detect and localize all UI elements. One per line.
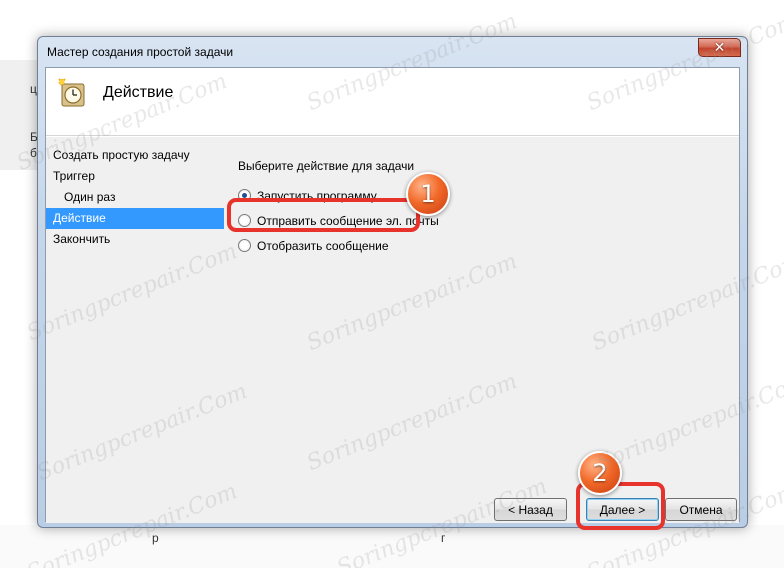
step-action[interactable]: Действие [46, 208, 224, 229]
step-trigger[interactable]: Триггер [46, 166, 224, 187]
action-prompt: Выберите действие для задачи [238, 159, 415, 173]
highlight-frame-run-program [227, 198, 420, 232]
step-badge-1: 1 [406, 172, 450, 216]
background-text: г [441, 531, 446, 545]
wizard-window: Мастер создания простой задачи ✕ Действи… [37, 36, 748, 528]
title-bar[interactable]: Мастер создания простой задачи ✕ [38, 37, 747, 67]
back-button[interactable]: < Назад [494, 498, 567, 521]
radio-button[interactable] [238, 239, 251, 252]
cancel-button[interactable]: Отмена [665, 498, 737, 521]
close-icon: ✕ [713, 39, 726, 55]
background-footer: р г [0, 525, 784, 568]
background-panel: це Б б [0, 60, 43, 170]
option-label: Отобразить сообщение [257, 238, 389, 253]
background-text: р [152, 531, 159, 545]
wizard-steps: Создать простую задачу Триггер Один раз … [46, 145, 224, 250]
option-show-message[interactable]: Отобразить сообщение [238, 233, 439, 258]
step-badge-2: 2 [578, 451, 622, 495]
close-button[interactable]: ✕ [698, 38, 741, 57]
background-text: б [30, 146, 37, 160]
step-once[interactable]: Один раз [46, 187, 224, 208]
window-title: Мастер создания простой задачи [47, 45, 234, 59]
page-title: Действие [103, 84, 174, 101]
step-finish[interactable]: Закончить [46, 229, 224, 250]
wizard-client-area: Действие Создать простую задачу Триггер … [45, 67, 740, 523]
task-scheduler-icon [58, 78, 85, 107]
step-create-task[interactable]: Создать простую задачу [46, 145, 224, 166]
wizard-header: Действие [46, 68, 739, 136]
wizard-body: Создать простую задачу Триггер Один раз … [46, 137, 739, 447]
